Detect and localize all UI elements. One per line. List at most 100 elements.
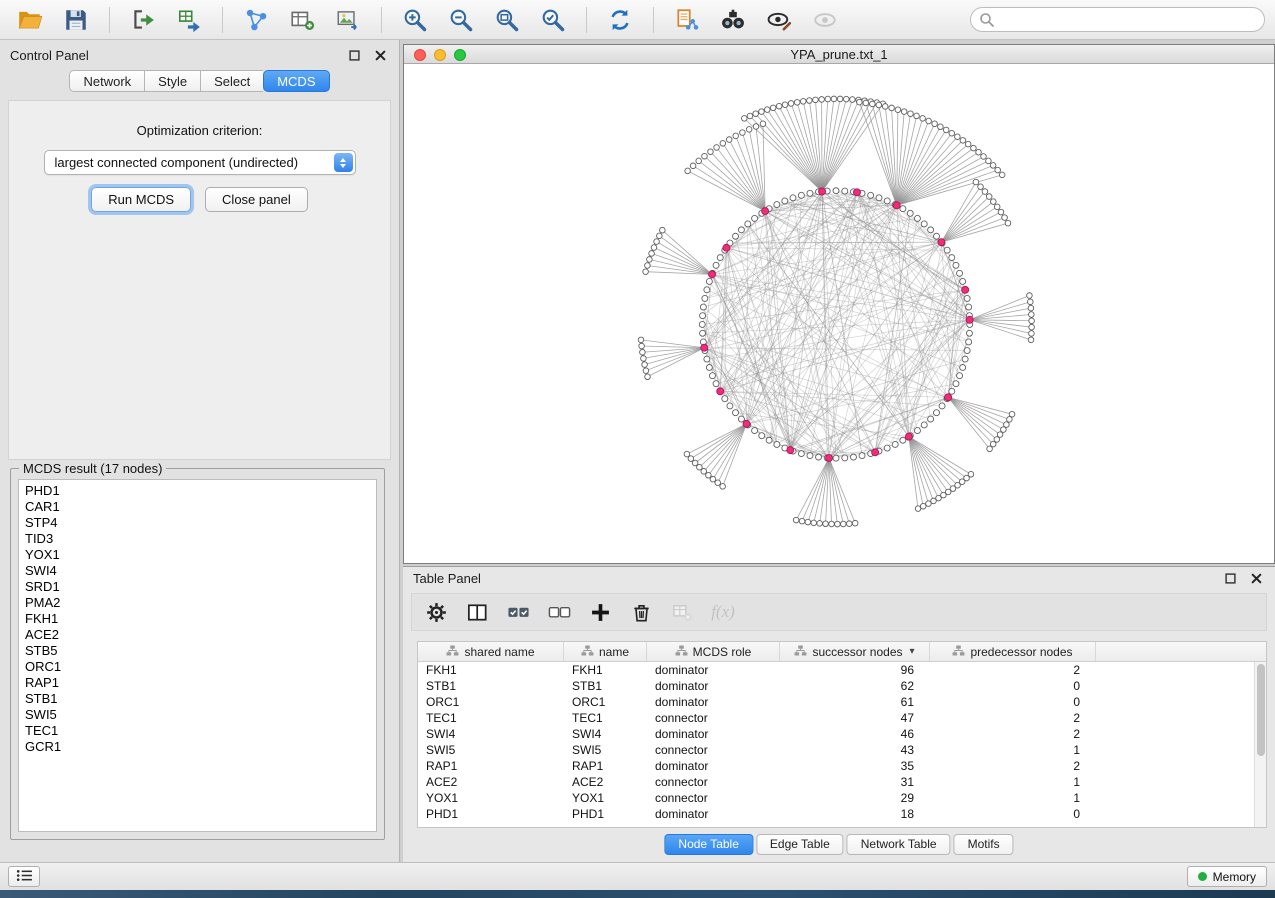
- close-panel-icon[interactable]: [371, 46, 389, 64]
- tab-motifs[interactable]: Motifs: [954, 834, 1014, 855]
- tab-style[interactable]: Style: [144, 70, 200, 92]
- cell-predecessor-nodes: 0: [930, 694, 1096, 710]
- zoom-out-button[interactable]: [441, 4, 481, 36]
- mcds-result-item[interactable]: ORC1: [25, 659, 370, 675]
- window-zoom-button[interactable]: [454, 49, 466, 61]
- tab-node-table[interactable]: Node Table: [664, 834, 753, 855]
- clipboard-network-button[interactable]: [667, 4, 707, 36]
- control-panel-tabs: NetworkStyleSelectMCDS: [0, 70, 399, 92]
- mcds-result-item[interactable]: TEC1: [25, 723, 370, 739]
- zoom-fit-button[interactable]: [487, 4, 527, 36]
- delete-columns-button[interactable]: [627, 598, 655, 626]
- sort-desc-icon[interactable]: ▾: [910, 646, 915, 657]
- network-view[interactable]: [404, 64, 1274, 563]
- mcds-result-item[interactable]: STP4: [25, 515, 370, 531]
- import-network-button[interactable]: [123, 4, 163, 36]
- node-table-header: shared namenameMCDS rolesuccessor nodes▾…: [418, 642, 1266, 662]
- export-image-button[interactable]: [328, 4, 368, 36]
- cell-successor-nodes: 29: [780, 790, 930, 806]
- cell-predecessor-nodes: 2: [930, 758, 1096, 774]
- save-session-button[interactable]: [56, 4, 96, 36]
- mcds-result-item[interactable]: STB5: [25, 643, 370, 659]
- table-row[interactable]: RAP1RAP1dominator352: [418, 758, 1254, 774]
- search-input[interactable]: [970, 7, 1265, 32]
- close-table-panel-icon[interactable]: [1247, 569, 1265, 587]
- mcds-result-item[interactable]: SWI4: [25, 563, 370, 579]
- panel-menu-button[interactable]: [8, 866, 40, 887]
- cell-name: TEC1: [564, 710, 647, 726]
- select-all-rows-button[interactable]: [504, 598, 532, 626]
- cell-successor-nodes: 47: [780, 710, 930, 726]
- create-column-button[interactable]: [586, 598, 614, 626]
- column-header-successor-nodes[interactable]: successor nodes▾: [780, 642, 930, 661]
- table-row[interactable]: ORC1ORC1dominator610: [418, 694, 1254, 710]
- mcds-result-item[interactable]: STB1: [25, 691, 370, 707]
- mcds-result-item[interactable]: RAP1: [25, 675, 370, 691]
- table-settings-gear-button[interactable]: [422, 598, 450, 626]
- table-row[interactable]: STB1STB1dominator620: [418, 678, 1254, 694]
- column-header-shared-name[interactable]: shared name: [418, 642, 564, 661]
- table-row[interactable]: SWI4SWI4dominator462: [418, 726, 1254, 742]
- mcds-result-item[interactable]: TID3: [25, 531, 370, 547]
- table-row[interactable]: PHD1PHD1dominator180: [418, 806, 1254, 822]
- mcds-result-item[interactable]: CAR1: [25, 499, 370, 515]
- column-header-MCDS-role[interactable]: MCDS role: [647, 642, 780, 661]
- window-close-button[interactable]: [414, 49, 426, 61]
- open-session-icon: [17, 7, 43, 33]
- mcds-result-item[interactable]: SWI5: [25, 707, 370, 723]
- mcds-result-item[interactable]: PMA2: [25, 595, 370, 611]
- refresh-layout-button[interactable]: [600, 4, 640, 36]
- search-network-button[interactable]: [713, 4, 753, 36]
- table-row[interactable]: FKH1FKH1dominator962: [418, 662, 1254, 678]
- close-panel-button[interactable]: Close panel: [205, 187, 308, 212]
- table-tabs: Node TableEdge TableNetwork TableMotifs: [664, 834, 1013, 855]
- style-preview-button[interactable]: [759, 4, 799, 36]
- tab-mcds[interactable]: MCDS: [263, 70, 329, 92]
- tab-edge-table[interactable]: Edge Table: [756, 834, 844, 855]
- import-table-button[interactable]: [169, 4, 209, 36]
- table-row[interactable]: ACE2ACE2connector311: [418, 774, 1254, 790]
- mcds-result-item[interactable]: ACE2: [25, 627, 370, 643]
- tab-select[interactable]: Select: [200, 70, 263, 92]
- column-header-predecessor-nodes[interactable]: predecessor nodes: [930, 642, 1096, 661]
- mcds-result-item[interactable]: FKH1: [25, 611, 370, 627]
- column-header-name[interactable]: name: [564, 642, 647, 661]
- table-row[interactable]: TEC1TEC1connector472: [418, 710, 1254, 726]
- mcds-result-list[interactable]: PHD1CAR1STP4TID3YOX1SWI4SRD1PMA2FKH1ACE2…: [18, 479, 377, 832]
- table-scrollbar-thumb[interactable]: [1257, 664, 1265, 756]
- show-columns-button[interactable]: [463, 598, 491, 626]
- deselect-all-rows-button[interactable]: [545, 598, 573, 626]
- tree-icon: [446, 645, 459, 659]
- mcds-result-item[interactable]: YOX1: [25, 547, 370, 563]
- zoom-selected-button[interactable]: [533, 4, 573, 36]
- window-minimize-button[interactable]: [434, 49, 446, 61]
- new-table-button[interactable]: [282, 4, 322, 36]
- cell-successor-nodes: 96: [780, 662, 930, 678]
- mcds-result-item[interactable]: SRD1: [25, 579, 370, 595]
- memory-button-label: Memory: [1213, 870, 1256, 884]
- run-mcds-button[interactable]: Run MCDS: [91, 187, 191, 212]
- open-session-button[interactable]: [10, 4, 50, 36]
- float-table-panel-icon[interactable]: [1221, 569, 1239, 587]
- table-row[interactable]: SWI5SWI5connector431: [418, 742, 1254, 758]
- mcds-result-item[interactable]: PHD1: [25, 483, 370, 499]
- memory-button[interactable]: Memory: [1187, 866, 1267, 887]
- zoom-in-button[interactable]: [395, 4, 435, 36]
- column-header-filler: [1096, 642, 1266, 661]
- tree-icon: [952, 645, 965, 659]
- tab-network-table[interactable]: Network Table: [847, 834, 951, 855]
- table-scrollbar[interactable]: [1254, 662, 1266, 827]
- criterion-dropdown[interactable]: largest connected component (undirected): [44, 150, 356, 175]
- mcds-result-item[interactable]: GCR1: [25, 739, 370, 755]
- cell-mcds-role: dominator: [647, 726, 780, 742]
- float-panel-icon[interactable]: [345, 46, 363, 64]
- table-row[interactable]: YOX1YOX1connector291: [418, 790, 1254, 806]
- cell-mcds-role: dominator: [647, 758, 780, 774]
- mcds-panel: Optimization criterion: largest connecte…: [8, 100, 391, 460]
- cell-name: STB1: [564, 678, 647, 694]
- cell-predecessor-nodes: 0: [930, 806, 1096, 822]
- new-network-button[interactable]: [236, 4, 276, 36]
- search-icon: [979, 12, 995, 28]
- cell-successor-nodes: 46: [780, 726, 930, 742]
- tab-network[interactable]: Network: [69, 70, 144, 92]
